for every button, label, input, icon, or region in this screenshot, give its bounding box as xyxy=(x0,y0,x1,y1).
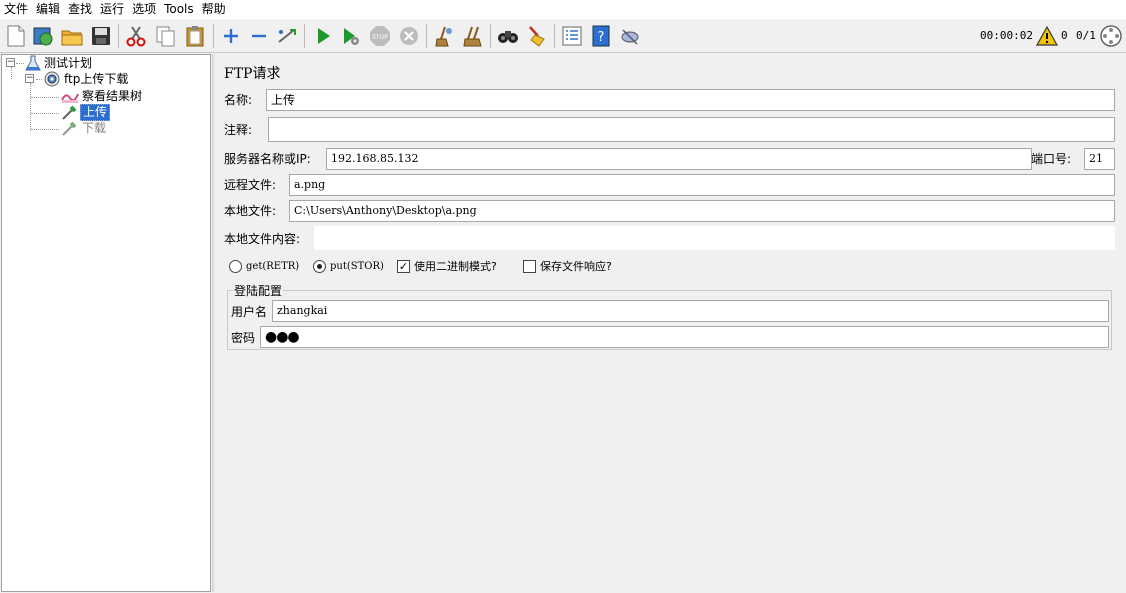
ftp-request-panel: FTP请求 名称: 上传 注释: 服务器名称或IP: 192.168.85.13… xyxy=(215,54,1126,593)
toolbar-separator xyxy=(304,24,305,48)
local-file-input[interactable]: C:\Users\Anthony\Desktop\a.png xyxy=(289,200,1115,222)
tree-node-label: 察看结果树 xyxy=(82,88,143,103)
tree-line xyxy=(16,63,24,64)
name-input[interactable]: 上传 xyxy=(266,89,1115,111)
put-option-label[interactable]: put(STOR) xyxy=(330,260,384,274)
warning-count: 0 xyxy=(1061,29,1068,42)
tree-node-download[interactable]: 下载 xyxy=(60,120,108,136)
port-label: 端口号: xyxy=(1031,152,1072,166)
menu-options[interactable]: 选项 xyxy=(128,0,160,19)
password-label: 密码 xyxy=(231,331,256,345)
binary-mode-checkbox[interactable]: ✓ xyxy=(397,260,410,273)
tree-node-test-plan[interactable]: 测试计划 xyxy=(24,55,94,71)
clear-all-icon[interactable] xyxy=(461,24,485,48)
page-title: FTP请求 xyxy=(224,66,281,82)
tree-node-label: 上传 xyxy=(80,103,111,121)
toolbar-separator xyxy=(118,24,119,48)
collapse-all-icon[interactable] xyxy=(247,24,271,48)
get-option-label[interactable]: get(RETR) xyxy=(246,260,299,274)
start-no-pauses-icon[interactable] xyxy=(339,24,363,48)
toolbar-separator xyxy=(490,24,491,48)
clear-icon[interactable] xyxy=(432,24,456,48)
tree-node-label: ftp上传下载 xyxy=(64,71,129,86)
flask-icon xyxy=(25,55,41,71)
name-label: 名称: xyxy=(224,93,253,107)
tree-line xyxy=(11,67,12,79)
stop-icon[interactable]: STOP xyxy=(368,24,392,48)
tree-collapse-toggle[interactable]: − xyxy=(25,74,34,83)
username-input[interactable]: zhangkai xyxy=(272,300,1109,322)
broom-icon[interactable] xyxy=(525,24,549,48)
binoculars-icon[interactable] xyxy=(496,24,520,48)
tree-collapse-toggle[interactable]: − xyxy=(6,58,15,67)
save-response-checkbox[interactable] xyxy=(523,260,536,273)
tree-node-label: 下载 xyxy=(82,120,107,135)
toggle-icon[interactable] xyxy=(275,24,299,48)
server-label: 服务器名称或IP: xyxy=(224,152,311,166)
shutdown-icon[interactable] xyxy=(397,24,421,48)
menu-help[interactable]: 帮助 xyxy=(198,0,230,19)
remote-file-label: 远程文件: xyxy=(224,178,277,192)
tree-line xyxy=(30,83,31,131)
templates-icon[interactable] xyxy=(31,24,55,48)
tree-node-upload[interactable]: 上传 xyxy=(60,103,111,121)
cut-icon[interactable] xyxy=(124,24,148,48)
paste-icon[interactable] xyxy=(183,24,207,48)
tree-line xyxy=(31,97,59,98)
elapsed-timer: 00:00:02 xyxy=(980,29,1033,42)
copy-icon[interactable] xyxy=(154,24,178,48)
local-file-label: 本地文件: xyxy=(224,204,277,218)
svg-text:?: ? xyxy=(598,30,605,45)
tree-node-result-tree[interactable]: 察看结果树 xyxy=(60,88,144,104)
menu-edit[interactable]: 编辑 xyxy=(32,0,64,19)
open-folder-icon[interactable] xyxy=(60,24,84,48)
listener-icon xyxy=(61,93,79,103)
new-file-icon[interactable] xyxy=(4,24,28,48)
local-content-label: 本地文件内容: xyxy=(224,232,301,246)
save-icon[interactable] xyxy=(89,24,113,48)
remote-file-input[interactable]: a.png xyxy=(289,174,1115,196)
help-icon[interactable]: ? xyxy=(589,24,613,48)
binary-mode-label[interactable]: 使用二进制模式? xyxy=(414,260,497,274)
thread-count: 0/1 xyxy=(1076,29,1096,42)
put-radio[interactable] xyxy=(313,260,326,273)
test-plan-tree: − − 测试计划 ftp上传下载 察看结果树 上传 下载 xyxy=(1,54,211,592)
menu-run[interactable]: 运行 xyxy=(96,0,128,19)
warning-icon[interactable] xyxy=(1035,24,1059,48)
tree-line xyxy=(31,113,59,114)
save-response-label[interactable]: 保存文件响应? xyxy=(540,260,612,274)
get-radio[interactable] xyxy=(229,260,242,273)
tree-node-thread-group[interactable]: ftp上传下载 xyxy=(42,71,130,87)
toolbar-separator xyxy=(554,24,555,48)
toolbar-separator xyxy=(426,24,427,48)
tree-line xyxy=(31,129,59,130)
username-label: 用户名 xyxy=(231,305,268,319)
server-input[interactable]: 192.168.85.132 xyxy=(326,148,1032,170)
comment-label: 注释: xyxy=(224,123,253,137)
toolbar-separator xyxy=(213,24,214,48)
menu-tools[interactable]: Tools xyxy=(160,0,198,19)
start-icon[interactable] xyxy=(311,24,335,48)
menu-search[interactable]: 查找 xyxy=(64,0,96,19)
svg-text:STOP: STOP xyxy=(372,34,388,41)
sampler-pipette-icon xyxy=(62,121,77,136)
local-content-input[interactable] xyxy=(314,226,1115,250)
menu-bar: 文件 编辑 查找 运行 选项 Tools 帮助 xyxy=(0,0,1126,19)
status-indicator-icon xyxy=(1099,24,1123,48)
comment-input[interactable] xyxy=(268,117,1115,142)
login-config-title: 登陆配置 xyxy=(233,284,284,298)
sampler-pipette-icon xyxy=(62,105,77,120)
thread-group-icon xyxy=(44,71,60,87)
password-input[interactable]: ●●● xyxy=(260,326,1109,348)
remote-start-icon[interactable] xyxy=(618,24,642,48)
tree-node-label: 测试计划 xyxy=(44,55,93,70)
expand-all-icon[interactable] xyxy=(219,24,243,48)
menu-file[interactable]: 文件 xyxy=(0,0,32,19)
toolbar: STOP ? 00:00:02 0 0/1 xyxy=(0,19,1126,53)
port-input[interactable]: 21 xyxy=(1084,148,1115,170)
function-list-icon[interactable] xyxy=(560,24,584,48)
